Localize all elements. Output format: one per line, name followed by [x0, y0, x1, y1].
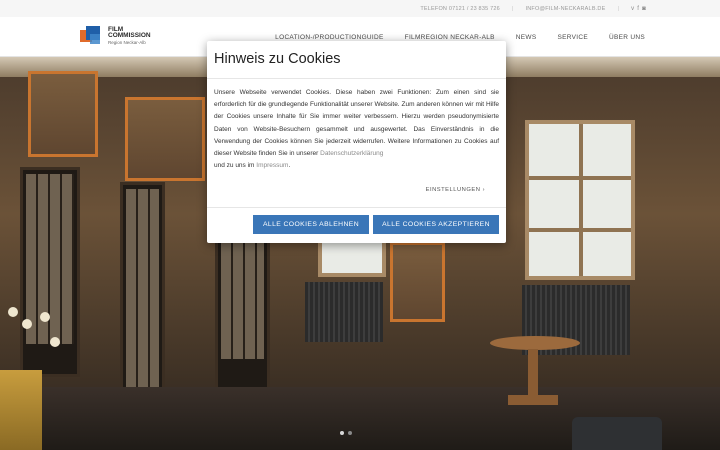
accept-all-cookies-button[interactable]: ALLE COOKIES AKZEPTIEREN — [373, 215, 499, 234]
cookie-notice-text: Unsere Webseite verwendet Cookies. Diese… — [214, 89, 499, 170]
dialog-title: Hinweis zu Cookies — [214, 51, 341, 67]
window — [318, 237, 386, 277]
facebook-icon[interactable]: f — [637, 6, 639, 12]
nav-item-about[interactable]: ÜBER UNS — [609, 34, 645, 41]
wall-panel — [390, 242, 445, 322]
site-logo[interactable]: FILM COMMISSION Region Neckar-Alb — [80, 26, 151, 46]
nav-item-filmregion[interactable]: FILMREGION NECKAR-ALB — [405, 34, 495, 41]
cookie-consent-dialog: Hinweis zu Cookies Unsere Webseite verwe… — [207, 41, 506, 243]
nav-item-locationguide[interactable]: LOCATION-/PRODUCTIONGUIDE — [275, 34, 384, 41]
door — [20, 167, 80, 377]
cookie-notice-mid: und zu uns im — [214, 162, 255, 170]
cookie-notice-body: Unsere Webseite verwendet Cookies. Diese… — [214, 89, 499, 158]
settings-label: EINSTELLUNGEN — [425, 187, 481, 193]
logo-mark-icon — [80, 26, 104, 46]
window — [525, 120, 635, 280]
reject-all-cookies-button[interactable]: ALLE COOKIES ABLEHNEN — [253, 215, 369, 234]
top-utility-bar: TELEFON 07121 / 23 835 726 | INFO@FILM-N… — [0, 0, 720, 17]
privacy-policy-link[interactable]: Datenschutzerklärung — [320, 150, 383, 157]
wall-panel — [125, 97, 205, 181]
logo-line-2: COMMISSION — [108, 32, 151, 40]
social-links: v f ◙ — [631, 6, 646, 12]
instagram-icon[interactable]: ◙ — [642, 6, 646, 12]
slider-dot[interactable] — [340, 431, 344, 435]
phone-number[interactable]: TELEFON 07121 / 23 835 726 — [420, 6, 500, 12]
separator: | — [511, 5, 514, 12]
slider-dots — [340, 431, 352, 435]
divider — [207, 78, 506, 79]
logo-text: FILM COMMISSION Region Neckar-Alb — [108, 26, 151, 46]
radiator — [305, 282, 383, 342]
slider-dot[interactable] — [348, 431, 352, 435]
settings-toggle[interactable]: EINSTELLUNGEN › — [426, 187, 485, 193]
email-link[interactable]: INFO@FILM-NECKARALB.DE — [525, 6, 605, 12]
imprint-link[interactable]: Impressum — [256, 162, 288, 169]
chevron-right-icon: › — [482, 187, 485, 193]
nav-item-news[interactable]: NEWS — [516, 34, 537, 41]
round-table — [490, 336, 580, 350]
armchair — [572, 417, 662, 450]
wall-panel — [28, 71, 98, 157]
nav-item-service[interactable]: SERVICE — [557, 34, 588, 41]
vimeo-icon[interactable]: v — [631, 6, 634, 12]
logo-line-3: Region Neckar-Alb — [108, 39, 146, 45]
door — [120, 182, 165, 422]
divider — [207, 207, 506, 208]
plant-pot — [0, 370, 42, 450]
separator: | — [617, 5, 620, 12]
